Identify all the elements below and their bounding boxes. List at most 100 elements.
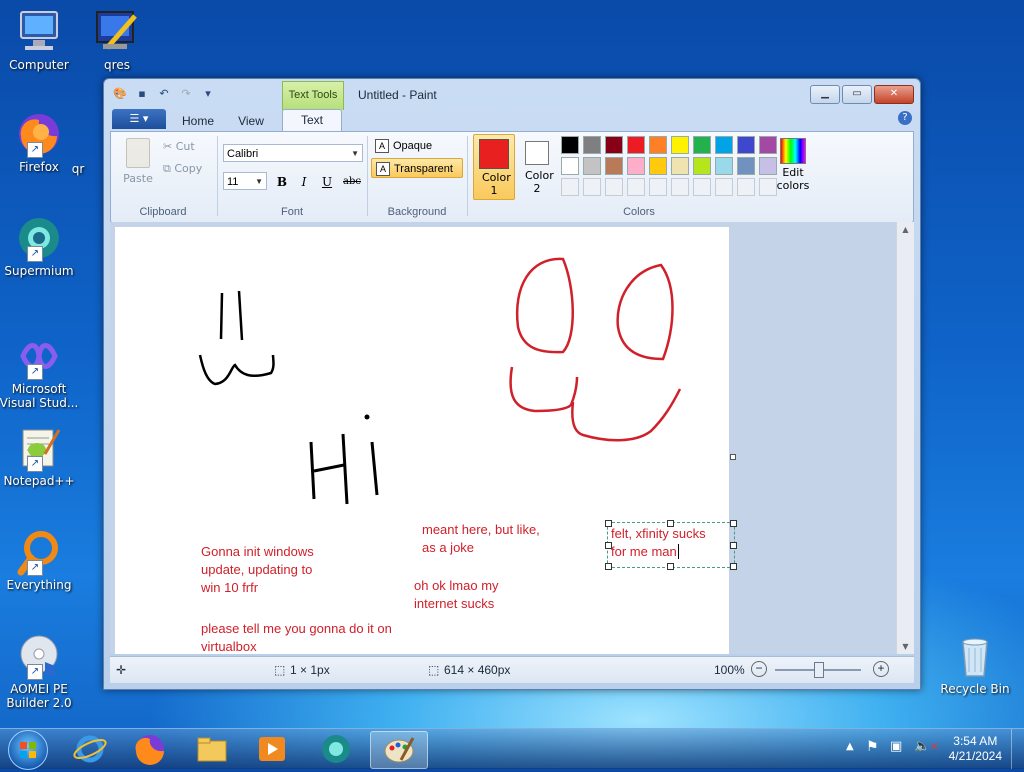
palette-swatch[interactable] bbox=[649, 157, 667, 175]
desktop-icon-visual-studio[interactable]: ↗ Microsoft Visual Stud... bbox=[0, 332, 81, 410]
maximize-button[interactable]: ▭ bbox=[842, 85, 872, 104]
taskbar-media-player[interactable] bbox=[244, 731, 300, 767]
resize-handle[interactable] bbox=[730, 520, 737, 527]
italic-button[interactable]: I bbox=[293, 172, 315, 192]
resize-handle[interactable] bbox=[605, 563, 612, 570]
palette-swatch[interactable] bbox=[693, 136, 711, 154]
resize-handle[interactable] bbox=[667, 563, 674, 570]
palette-swatch[interactable] bbox=[715, 136, 733, 154]
active-text-content[interactable]: felt, xfinity sucks for me man bbox=[611, 525, 706, 561]
tray-show-hidden-icon[interactable]: ▲ bbox=[846, 741, 854, 752]
taskbar-firefox[interactable] bbox=[122, 731, 178, 767]
taskbar-supermium[interactable] bbox=[308, 731, 364, 767]
desktop-icon-qres[interactable]: qres bbox=[75, 8, 159, 72]
copy-button[interactable]: ⧉ Copy bbox=[163, 162, 202, 176]
black-stroke-h-left bbox=[309, 441, 316, 500]
palette-swatch[interactable] bbox=[671, 157, 689, 175]
action-center-flag-icon[interactable]: ⚑ bbox=[866, 739, 879, 755]
network-icon[interactable]: ▣ bbox=[890, 739, 902, 754]
close-button[interactable]: ✕ bbox=[874, 85, 914, 104]
help-icon[interactable]: ? bbox=[898, 111, 912, 125]
custom-color-slot[interactable] bbox=[583, 178, 601, 196]
zoom-out-button[interactable]: − bbox=[751, 661, 767, 677]
paste-button[interactable]: Paste bbox=[119, 138, 157, 188]
customize-qat-icon[interactable]: ▾ bbox=[200, 87, 216, 101]
palette-swatch[interactable] bbox=[583, 157, 601, 175]
desktop-icon-recycle-bin[interactable]: Recycle Bin bbox=[933, 632, 1017, 696]
font-size-dropdown[interactable]: 11 ▼ bbox=[223, 172, 267, 190]
desktop-icon-supermium[interactable]: ↗ Supermium bbox=[0, 214, 81, 278]
palette-swatch[interactable] bbox=[715, 157, 733, 175]
vertical-scrollbar[interactable]: ▲ ▼ bbox=[896, 222, 914, 654]
palette-swatch[interactable] bbox=[583, 136, 601, 154]
custom-color-slot[interactable] bbox=[715, 178, 733, 196]
taskbar-file-explorer[interactable] bbox=[184, 731, 240, 767]
resize-handle[interactable] bbox=[730, 542, 737, 549]
show-desktop-button[interactable] bbox=[1011, 729, 1024, 769]
paint-app-icon[interactable]: 🎨 bbox=[112, 87, 128, 101]
desktop-icon-computer[interactable]: Computer bbox=[0, 8, 81, 72]
drawing-canvas[interactable]: Gonna init windows update, updating to w… bbox=[115, 227, 737, 654]
zoom-slider-thumb[interactable] bbox=[814, 662, 824, 678]
desktop-icon-everything[interactable]: ↗ Everything bbox=[0, 528, 81, 592]
taskbar-paint[interactable] bbox=[370, 731, 428, 769]
palette-swatch[interactable] bbox=[737, 157, 755, 175]
scroll-up-icon[interactable]: ▲ bbox=[897, 225, 914, 234]
system-clock[interactable]: 3:54 AM 4/21/2024 bbox=[949, 734, 1002, 764]
color2-button[interactable]: Color 2 bbox=[517, 134, 557, 198]
active-text-box[interactable]: felt, xfinity sucks for me man bbox=[605, 520, 737, 570]
strikethrough-button[interactable]: abc bbox=[339, 172, 365, 192]
volume-muted-icon[interactable]: 🔈✕ bbox=[914, 739, 939, 754]
desktop-icon-notepadpp[interactable]: ↗ Notepad++ bbox=[0, 424, 81, 488]
tab-text[interactable]: Text bbox=[282, 109, 342, 132]
canvas-viewport[interactable]: Gonna init windows update, updating to w… bbox=[110, 222, 914, 654]
palette-swatch[interactable] bbox=[627, 136, 645, 154]
custom-color-slot[interactable] bbox=[561, 178, 579, 196]
taskbar-internet-explorer[interactable] bbox=[62, 731, 118, 767]
paint-menu-button[interactable]: ☰ ▾ bbox=[112, 109, 166, 129]
undo-icon[interactable]: ↶ bbox=[156, 87, 172, 101]
opaque-option[interactable]: A Opaque bbox=[371, 136, 463, 156]
red-stroke-right-eye bbox=[616, 263, 674, 361]
palette-swatch[interactable] bbox=[627, 157, 645, 175]
font-family-dropdown[interactable]: Calibri ▼ bbox=[223, 144, 363, 162]
palette-swatch[interactable] bbox=[561, 136, 579, 154]
desktop-icon-aomei[interactable]: ↗ AOMEI PE Builder 2.0 bbox=[0, 632, 81, 710]
resize-handle[interactable] bbox=[605, 542, 612, 549]
palette-swatch[interactable] bbox=[649, 136, 667, 154]
minimize-button[interactable]: ▁ bbox=[810, 85, 840, 104]
selection-size: 1 × 1px bbox=[290, 663, 330, 677]
cut-button[interactable]: ✂ Cut bbox=[163, 140, 195, 153]
scroll-down-icon[interactable]: ▼ bbox=[897, 642, 914, 651]
bold-button[interactable]: B bbox=[271, 172, 293, 192]
custom-color-slot[interactable] bbox=[671, 178, 689, 196]
palette-swatch[interactable] bbox=[561, 157, 579, 175]
custom-color-slot[interactable] bbox=[649, 178, 667, 196]
custom-color-slot[interactable] bbox=[737, 178, 755, 196]
resize-handle[interactable] bbox=[730, 563, 737, 570]
zoom-in-button[interactable]: + bbox=[873, 661, 889, 677]
resize-handle[interactable] bbox=[605, 520, 612, 527]
custom-color-slot[interactable] bbox=[627, 178, 645, 196]
canvas-resize-handle[interactable] bbox=[730, 454, 736, 460]
custom-color-slot[interactable] bbox=[605, 178, 623, 196]
save-icon[interactable]: ▪ bbox=[134, 87, 150, 101]
transparent-option[interactable]: A Transparent bbox=[371, 158, 463, 178]
color1-button[interactable]: Color 1 bbox=[473, 134, 515, 200]
start-button[interactable] bbox=[8, 730, 48, 770]
palette-swatch[interactable] bbox=[605, 157, 623, 175]
tab-view[interactable]: View bbox=[226, 111, 276, 131]
palette-swatch[interactable] bbox=[605, 136, 623, 154]
edit-colors-button[interactable]: Edit colors bbox=[773, 136, 813, 200]
palette-swatch[interactable] bbox=[671, 136, 689, 154]
palette-swatch[interactable] bbox=[737, 136, 755, 154]
resize-handle[interactable] bbox=[667, 520, 674, 527]
tab-home[interactable]: Home bbox=[172, 111, 224, 131]
palette-swatch[interactable] bbox=[693, 157, 711, 175]
underline-button[interactable]: U bbox=[316, 172, 338, 192]
desktop-icon-qr[interactable]: qr bbox=[58, 162, 98, 176]
title-bar[interactable]: 🎨 ▪ ↶ ↷ ▾ Text Tools Untitled - Paint ▁ … bbox=[104, 79, 920, 110]
custom-color-slot[interactable] bbox=[693, 178, 711, 196]
black-stroke-i-dot bbox=[364, 414, 370, 420]
redo-icon[interactable]: ↷ bbox=[178, 87, 194, 101]
